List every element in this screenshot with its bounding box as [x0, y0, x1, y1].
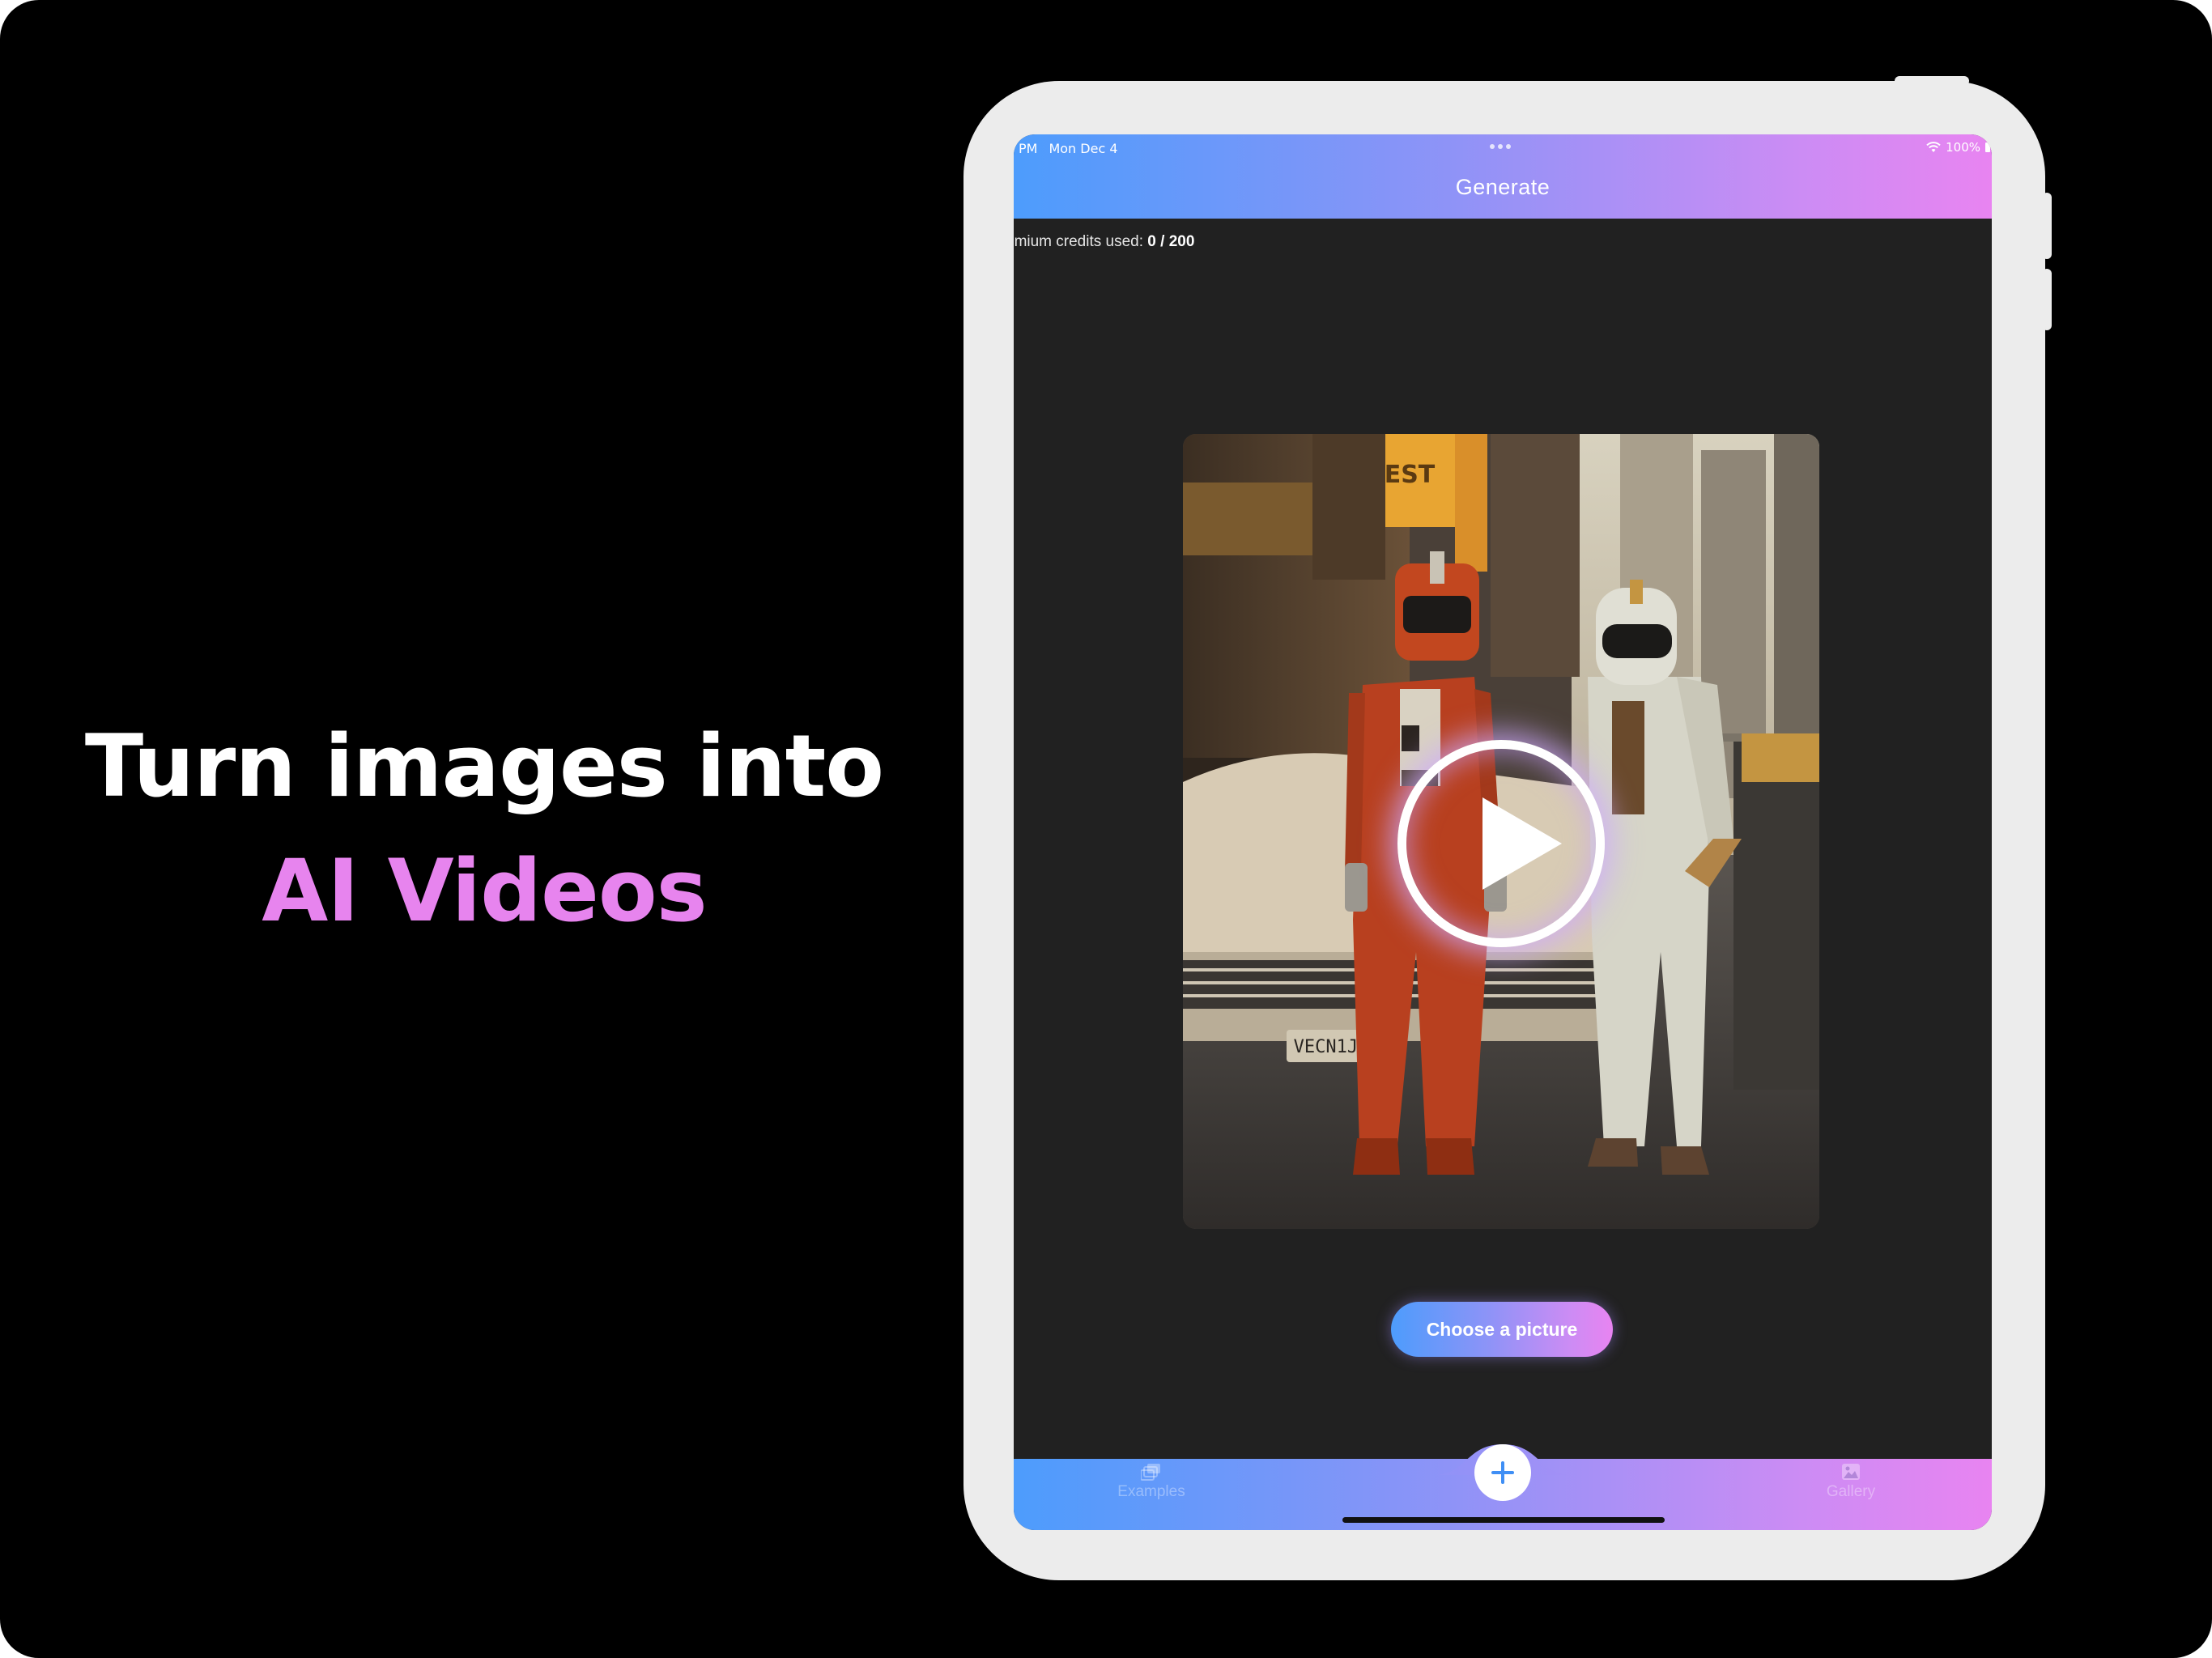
status-bar-right: 100%	[1926, 140, 1990, 155]
credits-label: emium credits used:	[1014, 233, 1144, 250]
wifi-icon	[1926, 142, 1941, 152]
battery-percentage: 100%	[1946, 140, 1980, 155]
gallery-icon	[1842, 1464, 1860, 1480]
status-date: Mon Dec 4	[1049, 141, 1118, 156]
tab-examples-label: Examples	[1117, 1483, 1185, 1500]
credits-value: 0 / 200	[1147, 233, 1195, 250]
credits-indicator: emium credits used: 0 / 200	[1014, 233, 1194, 251]
page-title: Generate	[1455, 175, 1551, 199]
promo-canvas: Turn images into AI Videos PM Mon Dec 4 1…	[0, 0, 2212, 1658]
tab-gallery[interactable]: Gallery	[1770, 1462, 1932, 1501]
status-bar-left: PM Mon Dec 4	[1019, 141, 1129, 156]
headline-line-2: AI Videos	[262, 841, 708, 941]
headline-line-1: Turn images into	[84, 716, 884, 816]
home-indicator[interactable]	[1342, 1517, 1665, 1523]
tab-gallery-label: Gallery	[1826, 1483, 1876, 1500]
status-time: PM	[1019, 141, 1038, 156]
navigation-header: PM Mon Dec 4 100% Generate	[1014, 134, 1992, 219]
multitasking-dots-icon[interactable]	[1490, 144, 1511, 149]
shop-sign: EST	[1385, 461, 1436, 489]
add-button[interactable]	[1474, 1444, 1531, 1501]
app-screen: PM Mon Dec 4 100% Generate emium credits …	[1014, 134, 1992, 1530]
battery-icon	[1985, 142, 1990, 152]
examples-icon	[1141, 1464, 1160, 1481]
plus-icon	[1491, 1461, 1514, 1484]
tab-examples[interactable]: Examples	[1070, 1462, 1232, 1501]
choose-picture-button[interactable]: Choose a picture	[1391, 1302, 1613, 1357]
play-icon[interactable]	[1397, 740, 1605, 947]
